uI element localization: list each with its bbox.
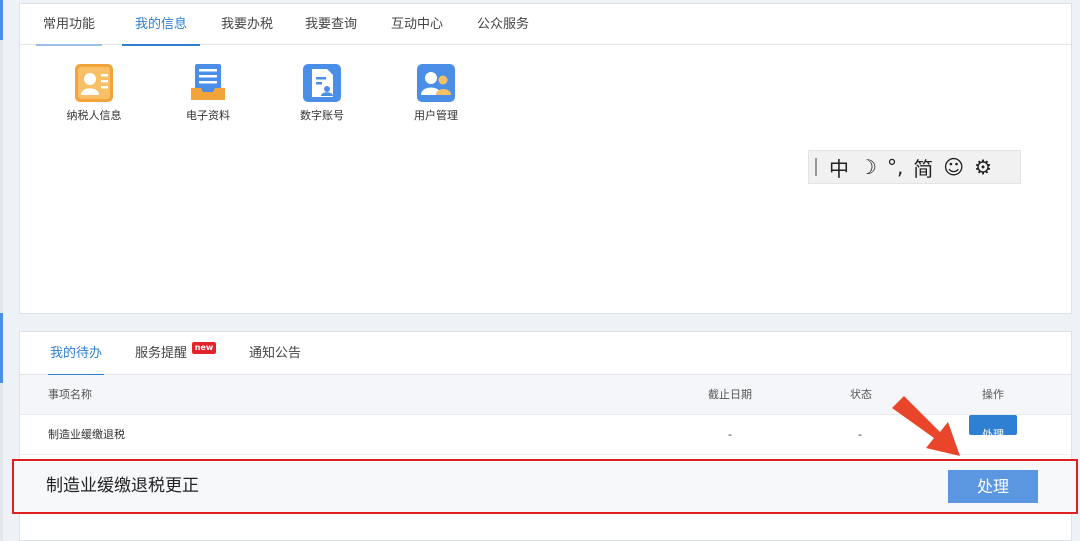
func-user-management[interactable]: 用户管理 [396,64,476,123]
tab-my-todo[interactable]: 我的待办 [48,332,104,376]
left-edge [0,0,3,541]
col-header-status: 状态 [850,388,872,401]
ime-simplified-toggle[interactable]: 简 [913,153,933,182]
bottom-tab-bar: 我的待办 服务提醒 new 通知公告 [20,332,1071,376]
pointer-arrow-icon [892,396,960,456]
cell-deadline: - [728,428,732,441]
func-digital-account[interactable]: 数字账号 [282,64,362,123]
process-correction-button[interactable]: 处理 [948,470,1038,503]
tab-public-service[interactable]: 公众服务 [474,4,532,45]
taxpayer-info-icon [75,64,113,102]
tab-label: 公众服务 [476,17,529,32]
ime-separator [815,158,817,176]
ime-toolbar: 中 ☽ °, 简 ☺ ⚙ [808,150,1021,184]
new-badge: new [192,342,216,354]
tab-label: 常用功能 [42,17,95,32]
col-header-deadline: 截止日期 [708,388,752,401]
ime-chinese-toggle[interactable]: 中 [829,153,849,182]
func-label: 数字账号 [300,109,344,122]
user-management-icon [417,64,455,102]
left-accent-bottom [0,313,3,383]
tab-label: 我的待办 [49,346,102,361]
tab-label: 通知公告 [248,346,301,361]
tab-service-reminder[interactable]: 服务提醒 [132,332,190,375]
electronic-docs-icon [189,64,227,102]
tab-label: 我要查询 [304,17,357,32]
col-header-name: 事项名称 [48,388,92,401]
cell-status: - [858,428,862,441]
tab-underline [36,44,102,46]
digital-account-icon [303,64,341,102]
top-tab-bar: 常用功能 我的信息 我要办税 我要查询 互动中心 公众服务 [20,4,1071,46]
func-electronic-docs[interactable]: 电子资料 [168,64,248,123]
gear-icon[interactable]: ⚙ [974,155,992,179]
tab-underline [122,44,200,46]
moon-icon[interactable]: ☽ [859,155,877,179]
highlighted-row: 制造业缓缴退税更正 处理 [12,459,1078,514]
tab-label: 我要办税 [220,17,273,32]
highlight-item-name: 制造业缓缴退税更正 [46,476,199,496]
smile-icon[interactable]: ☺ [943,155,964,179]
tab-interaction-center[interactable]: 互动中心 [388,4,446,45]
func-label: 用户管理 [414,109,458,122]
tab-common-functions[interactable]: 常用功能 [36,4,102,46]
tab-label: 服务提醒 [134,346,187,361]
func-label: 纳税人信息 [66,109,122,122]
tab-notice[interactable]: 通知公告 [246,332,304,375]
tab-label: 互动中心 [390,17,443,32]
col-header-action: 操作 [982,388,1004,401]
punctuation-icon[interactable]: °, [887,155,903,179]
tab-label: 我的信息 [134,17,187,32]
left-accent-top [0,0,3,40]
process-button[interactable]: 处理 [969,415,1017,441]
cell-name: 制造业缓缴退税 [48,428,125,441]
func-label: 电子资料 [186,109,230,122]
tab-query[interactable]: 我要查询 [302,4,360,45]
tab-do-tax[interactable]: 我要办税 [218,4,276,45]
func-taxpayer-info[interactable]: 纳税人信息 [54,64,134,123]
tab-my-info[interactable]: 我的信息 [122,4,200,46]
